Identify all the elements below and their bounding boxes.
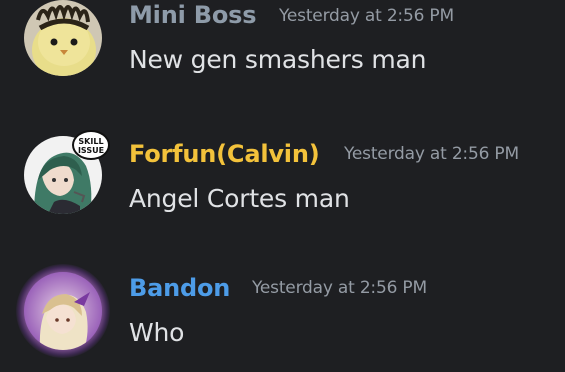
message-author[interactable]: Bandon — [129, 274, 230, 302]
message-text: New gen smashers man — [129, 45, 427, 74]
message-item[interactable]: SKILL ISSUE Forfun(Calvin) Yesterday at … — [0, 124, 565, 248]
chick-avatar-icon — [24, 0, 102, 76]
message-text: Who — [129, 318, 185, 347]
message-author[interactable]: Mini Boss — [129, 1, 257, 29]
message-text: Angel Cortes man — [129, 184, 350, 213]
message-item[interactable]: Mini Boss Yesterday at 2:56 PM New gen s… — [0, 0, 565, 124]
anime-character-avatar-icon — [24, 272, 102, 350]
skill-issue-badge-text: SKILL ISSUE — [77, 137, 105, 155]
message-item[interactable]: Bandon Yesterday at 2:56 PM Who — [0, 248, 565, 372]
skill-issue-badge: SKILL ISSUE — [72, 130, 110, 160]
user-avatar[interactable] — [24, 0, 102, 76]
user-avatar[interactable] — [24, 272, 102, 350]
message-timestamp: Yesterday at 2:56 PM — [279, 6, 454, 26]
message-timestamp: Yesterday at 2:56 PM — [252, 278, 427, 298]
message-author[interactable]: Forfun(Calvin) — [129, 140, 320, 168]
message-timestamp: Yesterday at 2:56 PM — [344, 144, 519, 164]
